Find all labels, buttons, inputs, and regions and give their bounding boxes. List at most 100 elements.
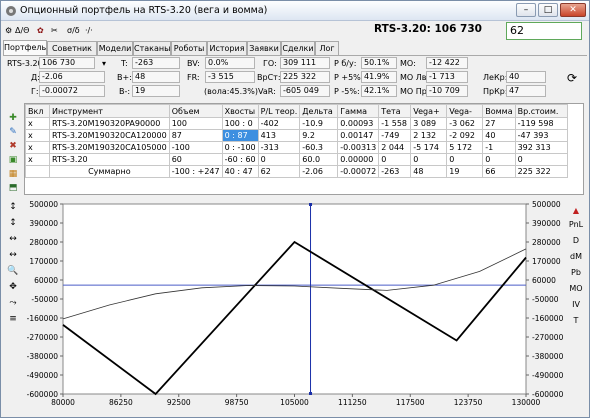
y-tick-label-right: 170000 (532, 257, 561, 266)
export-icon[interactable]: ⬒ (7, 182, 19, 194)
column-header[interactable]: P/L теор. (257, 104, 301, 118)
y-tick-label: 280000 (29, 238, 58, 247)
chart-mode-button[interactable]: MO (566, 283, 586, 295)
chart-tool-icon[interactable]: ↔ (7, 233, 19, 245)
chart-tool-icon[interactable]: ↕ (7, 217, 19, 229)
column-header[interactable]: Объем (168, 104, 223, 118)
column-header[interactable]: Вр.стоим. (514, 104, 568, 118)
left-crit-field: 40 (506, 71, 546, 83)
edit-position-icon[interactable]: ✎ (7, 126, 19, 138)
scissors-icon[interactable]: ✂ (51, 24, 58, 38)
chart-mode-button[interactable]: IV (566, 299, 586, 311)
remove-position-icon[interactable]: ✖ (7, 140, 19, 152)
table-cell: -100 (168, 141, 223, 154)
table-cell: -0.00072 (337, 165, 380, 178)
p5minus-label: P -5%: (334, 87, 360, 96)
tab-log[interactable]: Лог (315, 41, 339, 55)
table-cell: -1 (482, 141, 516, 154)
column-header[interactable]: Дельта (299, 104, 339, 118)
chart-mode-button[interactable]: dM (566, 251, 586, 263)
bv-label: BV: (187, 59, 200, 68)
column-header[interactable]: Тета (378, 104, 412, 118)
tab-orders[interactable]: Заявки (247, 41, 281, 55)
sigma-delta-button[interactable]: σ/δ (67, 24, 80, 38)
column-header[interactable]: Вомма (482, 104, 516, 118)
pnl-chart-svg[interactable]: 500000 500000 390000 390000 280000 280000 1700… (23, 198, 564, 411)
enabled-cell[interactable]: x (25, 153, 50, 166)
tab-trades[interactable]: Сделки (281, 41, 315, 55)
tab-robots[interactable]: Роботы (171, 41, 207, 55)
y-tick-label: -270000 (27, 333, 59, 342)
refresh-icon[interactable]: ⟳ (567, 71, 577, 85)
table-cell: 9.2 (299, 129, 339, 142)
chart-tool-icon[interactable]: ≡ (7, 313, 19, 325)
save-icon[interactable]: ▣ (7, 154, 19, 166)
table-cell: 100 (168, 117, 223, 130)
delta-theta-button[interactable]: Δ/Θ (15, 24, 29, 38)
asset-select[interactable]: 106 730 (39, 57, 95, 69)
column-header[interactable]: Хвосты (221, 104, 259, 118)
table-cell: 19 (446, 165, 484, 178)
column-header[interactable]: Vega- (446, 104, 484, 118)
minimize-button[interactable]: – (516, 3, 536, 17)
vega-plus-label: B+: (117, 73, 132, 82)
chart-tool-icon[interactable]: 🔍 (7, 265, 19, 277)
table-cell: -263 (378, 165, 412, 178)
table-icon[interactable]: ▦ (7, 168, 19, 180)
table-row[interactable]: x RTS-3.20M190320CA120000 87 0 : 87 413 9.2 0.… (25, 129, 568, 142)
var-label: VaR: (258, 87, 276, 96)
fraction-button[interactable]: ·/· (85, 24, 93, 38)
tab-advisor[interactable]: Советник (47, 41, 97, 55)
table-cell: 0 (446, 153, 484, 166)
enabled-cell[interactable]: x (25, 117, 50, 130)
theta-label: T: (121, 59, 128, 68)
chart-mode-button[interactable]: Pb (566, 267, 586, 279)
table-cell: 5 172 (446, 141, 484, 154)
chart-tool-icon[interactable]: ↕ (7, 201, 19, 213)
table-row[interactable]: x RTS-3.20 60 -60 : 60 0 60.0 0.00000 0 0 0 0 0 (25, 153, 568, 166)
add-position-icon[interactable]: ✚ (7, 112, 19, 124)
enabled-cell[interactable] (25, 165, 50, 178)
column-header[interactable]: Вкл (25, 104, 50, 118)
table-cell: -100 : +247 (168, 165, 223, 178)
column-header[interactable]: Гамма (337, 104, 380, 118)
maximize-button[interactable]: □ (538, 3, 558, 17)
counter-input[interactable]: 62 (506, 22, 582, 40)
table-cell: -5 174 (410, 141, 448, 154)
y-tick-label-right: 60000 (532, 276, 556, 285)
total-row[interactable]: Суммарно -100 : +247 40 : 47 62 -2.06 -0.0007… (25, 165, 568, 178)
tab-orderbooks[interactable]: Стаканы (133, 41, 171, 55)
y-tick-label: 500000 (29, 200, 58, 209)
table-row[interactable]: x RTS-3.20M190320CA105000 -100 0 : -100 -313… (25, 141, 568, 154)
enabled-cell[interactable]: x (25, 129, 50, 142)
chart-mode-button[interactable]: PnL (566, 219, 586, 231)
chart-mode-button[interactable]: T (566, 315, 586, 327)
y-tick-label-right: -160000 (532, 314, 563, 323)
close-button[interactable]: ✕ (560, 3, 586, 17)
chart-tool-icon[interactable]: ⤳ (7, 297, 19, 309)
table-row[interactable]: x RTS-3.20M190320PA90000 100 100 : 0 -402 -10… (25, 117, 568, 130)
gear-icon[interactable]: ⚙ (5, 24, 12, 38)
bug-icon[interactable]: ✿ (37, 24, 44, 38)
p5minus-field: 42.1% (361, 85, 397, 97)
tab-models[interactable]: Модели (97, 41, 133, 55)
chevron-down-icon[interactable]: ▾ (102, 58, 106, 69)
table-cell: 225 322 (514, 165, 568, 178)
bv-field: 0.0% (205, 57, 255, 69)
pnl-chart[interactable]: 500000 500000 390000 390000 280000 280000 1700… (23, 198, 564, 411)
enabled-cell[interactable]: x (25, 141, 50, 154)
warning-icon[interactable]: ▲ (566, 205, 586, 217)
table-cell: 60 (168, 153, 223, 166)
chart-tool-icon[interactable]: ↔ (7, 249, 19, 261)
tab-portfolio[interactable]: Портфель (3, 40, 47, 56)
tab-history[interactable]: История (207, 41, 247, 55)
toolbar: ⚙ Δ/Θ ✿ ✂ σ/δ ·/· (1, 21, 589, 41)
table-cell: Суммарно (49, 165, 170, 178)
column-header[interactable]: Vega+ (410, 104, 448, 118)
chart-mode-button[interactable]: D (566, 235, 586, 247)
x-tick-label: 80000 (51, 398, 75, 407)
column-header[interactable]: Инструмент (49, 104, 170, 118)
x-tick-label: 92500 (167, 398, 191, 407)
chart-tool-icon[interactable]: ✥ (7, 281, 19, 293)
left-crit-label: ЛеКр: (483, 73, 508, 82)
